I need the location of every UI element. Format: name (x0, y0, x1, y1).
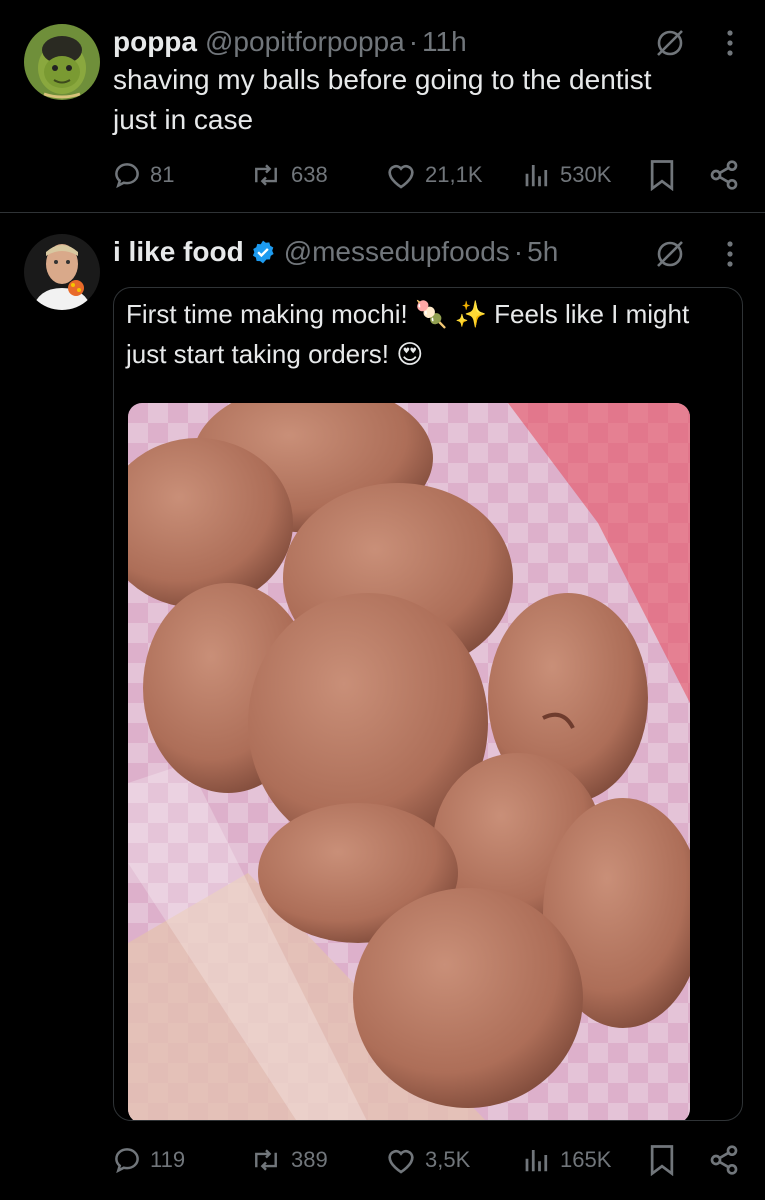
action-bar: 81 638 21,1K 530K (112, 155, 741, 195)
views-button[interactable]: 530K (522, 155, 611, 195)
tweet-text-line: shaving my balls before going to the den… (113, 64, 652, 95)
retweet-button[interactable]: 389 (249, 1140, 328, 1180)
reply-count: 81 (150, 162, 175, 187)
retweet-button[interactable]: 638 (249, 155, 328, 195)
reply-icon (115, 1148, 139, 1174)
like-button[interactable]: 3,5K (385, 1140, 470, 1180)
reply-button[interactable]: 81 (112, 155, 174, 195)
timestamp[interactable]: 11h (422, 26, 467, 57)
quote-text-line: just start taking orders! 😍 (126, 339, 424, 369)
tweet-header: poppa @popitforpoppa · 11h (113, 22, 645, 62)
timestamp[interactable]: 5h (527, 236, 558, 267)
quote-text-line: First time making mochi! 🍡 ✨ Feels like … (126, 299, 690, 329)
retweet-count: 638 (291, 162, 328, 187)
quoted-post-card[interactable]: First time making mochi! 🍡 ✨ Feels like … (113, 287, 743, 1121)
post-image[interactable] (128, 403, 690, 1120)
like-count: 21,1K (425, 162, 483, 187)
like-count: 3,5K (425, 1147, 471, 1172)
share-icon[interactable] (708, 1144, 740, 1181)
views-icon (525, 165, 548, 187)
view-count: 530K (560, 162, 612, 187)
avatar-poppa[interactable] (24, 24, 100, 100)
separator-dot: · (513, 236, 524, 267)
action-bar: 119 389 3,5K 165K (112, 1140, 741, 1180)
reply-icon (115, 163, 139, 189)
more-icon[interactable] (725, 239, 735, 269)
user-handle[interactable]: @messedupfoods (284, 236, 510, 267)
tweet-text-line: just in case (113, 104, 254, 135)
verified-badge-icon (250, 236, 276, 276)
grok-icon[interactable] (653, 237, 687, 271)
reply-button[interactable]: 119 (112, 1140, 185, 1180)
bookmark-icon[interactable] (649, 1144, 675, 1181)
retweet-count: 389 (291, 1147, 328, 1172)
view-count: 165K (560, 1147, 612, 1172)
tweet-messedupfoods[interactable]: i like food @messedupfoods · 5h First time … (0, 213, 765, 1200)
tweet-header: i like food @messedupfoods · 5h (113, 232, 645, 272)
user-handle[interactable]: @popitforpoppa (205, 26, 405, 57)
more-icon[interactable] (725, 28, 735, 58)
grok-icon[interactable] (653, 26, 687, 60)
reply-count: 119 (150, 1147, 186, 1172)
tweet-text: shaving my balls before going to the den… (113, 60, 725, 140)
avatar-messedupfoods[interactable] (24, 234, 100, 310)
views-button[interactable]: 165K (522, 1140, 611, 1180)
views-icon (525, 1150, 548, 1172)
display-name[interactable]: i like food (113, 236, 244, 267)
quote-text: First time making mochi! 🍡 ✨ Feels like … (126, 294, 724, 374)
like-button[interactable]: 21,1K (385, 155, 483, 195)
display-name[interactable]: poppa (113, 26, 197, 57)
separator-dot: · (408, 26, 419, 57)
tweet-poppa[interactable]: poppa @popitforpoppa · 11h shaving my balls… (0, 0, 765, 213)
bookmark-icon[interactable] (649, 159, 675, 196)
retweet-icon (255, 164, 277, 186)
like-icon (388, 1149, 414, 1174)
share-icon[interactable] (708, 159, 740, 196)
like-icon (388, 164, 414, 189)
retweet-icon (255, 1149, 277, 1171)
